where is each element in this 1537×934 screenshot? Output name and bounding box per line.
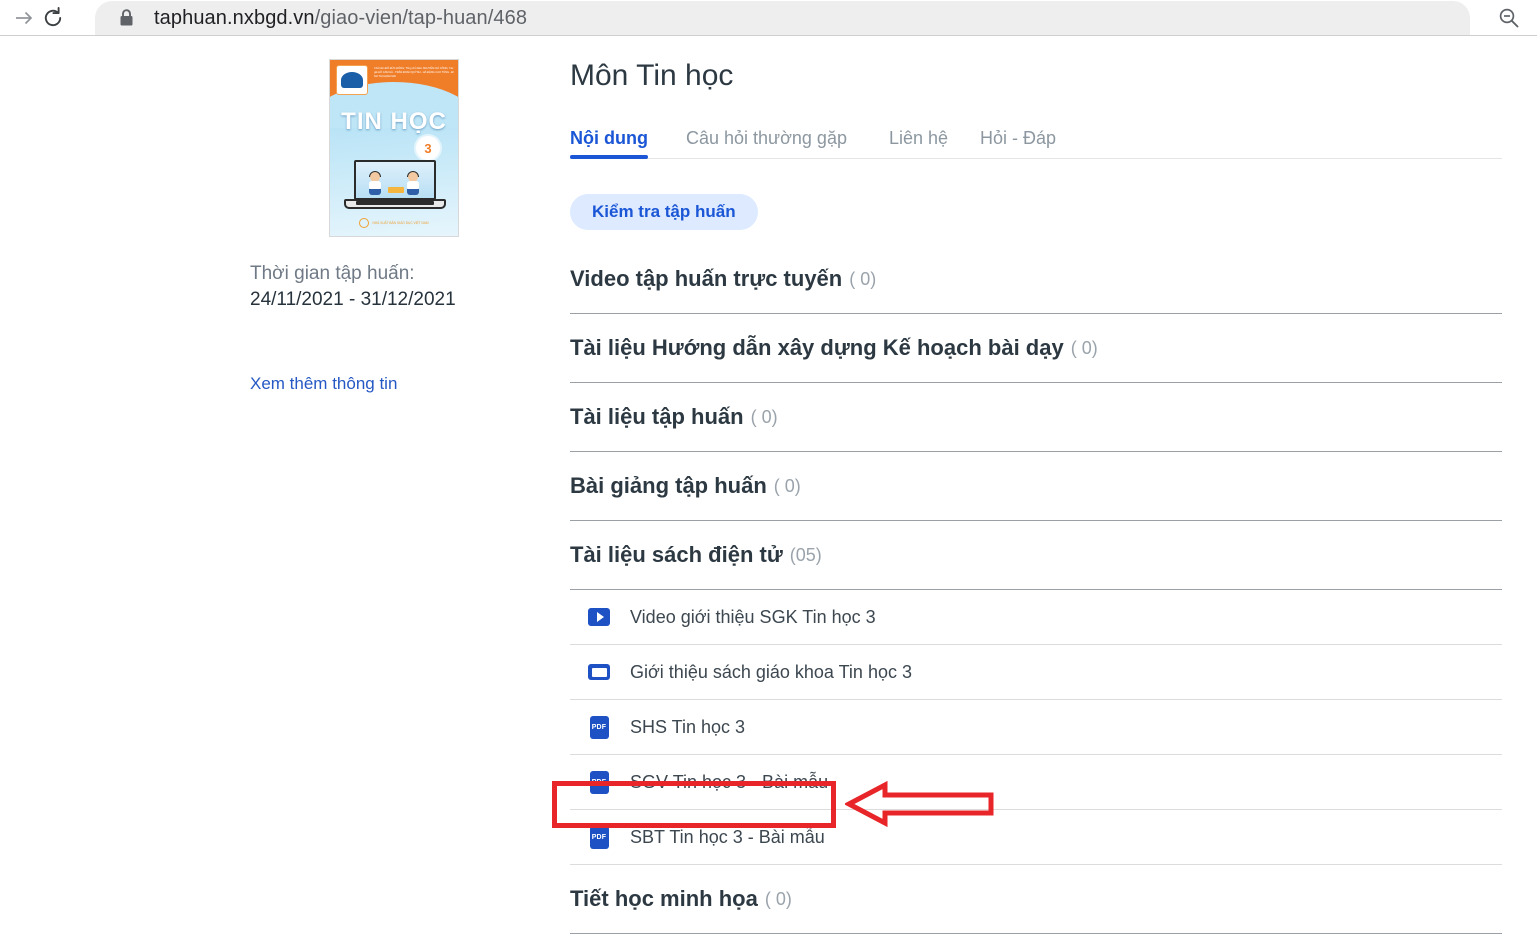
resource-item[interactable]: Video giới thiệu SGK Tin học 3 <box>570 590 1502 645</box>
zoom-out-icon[interactable] <box>1489 0 1529 36</box>
training-period-value: 24/11/2021 - 31/12/2021 <box>250 289 456 310</box>
content-section: Video tập huấn trực tuyến ( 0) <box>570 245 1502 314</box>
tab-label: Nội dung <box>570 128 648 148</box>
section-title: Tài liệu tập huấn <box>570 404 744 429</box>
more-info-link[interactable]: Xem thêm thông tin <box>250 374 397 394</box>
cover-kid-left <box>368 171 382 195</box>
resource-item[interactable]: PDF SBT Tin học 3 - Bài mẫu <box>570 810 1502 865</box>
section-header[interactable]: Tài liệu sách điện tử (05) <box>570 521 1502 590</box>
resource-item[interactable]: PDF SGV Tin học 3 - Bài mẫu <box>570 755 1502 810</box>
kiem-tra-tap-huan-button[interactable]: Kiểm tra tập huấn <box>570 194 758 230</box>
resource-item-label: SBT Tin học 3 - Bài mẫu <box>630 826 825 847</box>
tab-label: Liên hệ <box>889 128 949 148</box>
book-cover-image: Chủ biên ĐỖ ĐỨC ĐÔNG; Tổng chủ biên NGUY… <box>329 59 459 237</box>
pdf-icon: PDF <box>588 715 610 739</box>
reload-button[interactable] <box>30 0 76 36</box>
cover-author-lines: Chủ biên ĐỖ ĐỨC ĐÔNG; Tổng chủ biên NGUY… <box>374 67 454 79</box>
active-tab-underline <box>570 155 648 159</box>
section-count: ( 0) <box>849 268 877 289</box>
training-period-label: Thời gian tập huấn: <box>250 263 415 284</box>
section-title: Tài liệu Hướng dẫn xây dựng Kế hoạch bài… <box>570 335 1064 360</box>
cover-grade-badge: 3 <box>416 136 440 160</box>
reload-icon <box>44 6 62 27</box>
section-count: ( 0) <box>773 475 801 496</box>
resource-item-label: Giới thiệu sách giáo khoa Tin học 3 <box>630 661 912 682</box>
section-header[interactable]: Tài liệu tập huấn ( 0) <box>570 383 1502 452</box>
page-content: Chủ biên ĐỖ ĐỨC ĐÔNG; Tổng chủ biên NGUY… <box>0 37 1537 934</box>
section-title: Tài liệu sách điện tử <box>570 542 783 567</box>
section-header[interactable]: Video tập huấn trực tuyến ( 0) <box>570 245 1502 314</box>
resource-item-label: Video giới thiệu SGK Tin học 3 <box>630 606 876 627</box>
content-section: Tiết học minh họa ( 0) <box>570 865 1502 934</box>
cover-title: TIN HỌC <box>341 108 447 135</box>
content-section: Tài liệu Hướng dẫn xây dựng Kế hoạch bài… <box>570 314 1502 383</box>
section-header[interactable]: Tài liệu Hướng dẫn xây dựng Kế hoạch bài… <box>570 314 1502 383</box>
browser-toolbar: taphuan.nxbgd.vn/giao-vien/tap-huan/468 <box>0 0 1537 36</box>
resource-item-label: SGV Tin học 3 - Bài mẫu <box>630 771 829 792</box>
resource-item[interactable]: Giới thiệu sách giáo khoa Tin học 3 <box>570 645 1502 700</box>
content-section: Tài liệu sách điện tử (05) Video giới thiệ… <box>570 521 1502 865</box>
address-bar[interactable]: taphuan.nxbgd.vn/giao-vien/tap-huan/468 <box>95 1 1470 35</box>
tab-4[interactable]: Hỏi - Đáp <box>980 128 1056 149</box>
section-count: (05) <box>789 544 822 565</box>
content-section: Bài giảng tập huấn ( 0) <box>570 452 1502 521</box>
publisher-seal-icon <box>336 65 368 95</box>
pdf-icon: PDF <box>588 770 610 794</box>
slide-icon <box>588 660 610 684</box>
section-title: Tiết học minh họa <box>570 886 758 911</box>
section-title: Bài giảng tập huấn <box>570 473 767 498</box>
video-icon <box>588 605 610 629</box>
cover-laptop-illustration <box>344 160 446 212</box>
tab-1[interactable]: Nội dung <box>570 128 648 149</box>
tab-label: Câu hỏi thường gặp <box>686 128 847 148</box>
tab-2[interactable]: Câu hỏi thường gặp <box>686 128 847 149</box>
tab-label: Hỏi - Đáp <box>980 128 1057 148</box>
page-title: Môn Tin học <box>570 59 734 92</box>
resource-item-label: SHS Tin học 3 <box>630 716 746 737</box>
section-count: ( 0) <box>764 888 792 909</box>
section-header[interactable]: Bài giảng tập huấn ( 0) <box>570 452 1502 521</box>
url-text: taphuan.nxbgd.vn/giao-vien/tap-huan/468 <box>154 6 528 29</box>
tab-3[interactable]: Liên hệ <box>889 128 948 149</box>
cover-publisher-footer: NHÀ XUẤT BẢN GIÁO DỤC VIỆT NAM <box>330 218 458 228</box>
content-section: Tài liệu tập huấn ( 0) <box>570 383 1502 452</box>
cover-kid-right <box>406 171 420 195</box>
pdf-icon: PDF <box>588 825 610 849</box>
section-count: ( 0) <box>1070 337 1098 358</box>
tab-bar: Nội dung Câu hỏi thường gặp Liên hệ Hỏi - Đ… <box>570 115 1502 159</box>
lock-icon <box>119 9 134 27</box>
resource-item[interactable]: PDF SHS Tin học 3 <box>570 700 1502 755</box>
section-header[interactable]: Tiết học minh họa ( 0) <box>570 865 1502 934</box>
section-title: Video tập huấn trực tuyến <box>570 266 843 291</box>
section-count: ( 0) <box>750 406 778 427</box>
cover-footer-text: NHÀ XUẤT BẢN GIÁO DỤC VIỆT NAM <box>372 221 429 225</box>
section-list: Video tập huấn trực tuyến ( 0) Tài liệu Hư… <box>570 245 1502 934</box>
